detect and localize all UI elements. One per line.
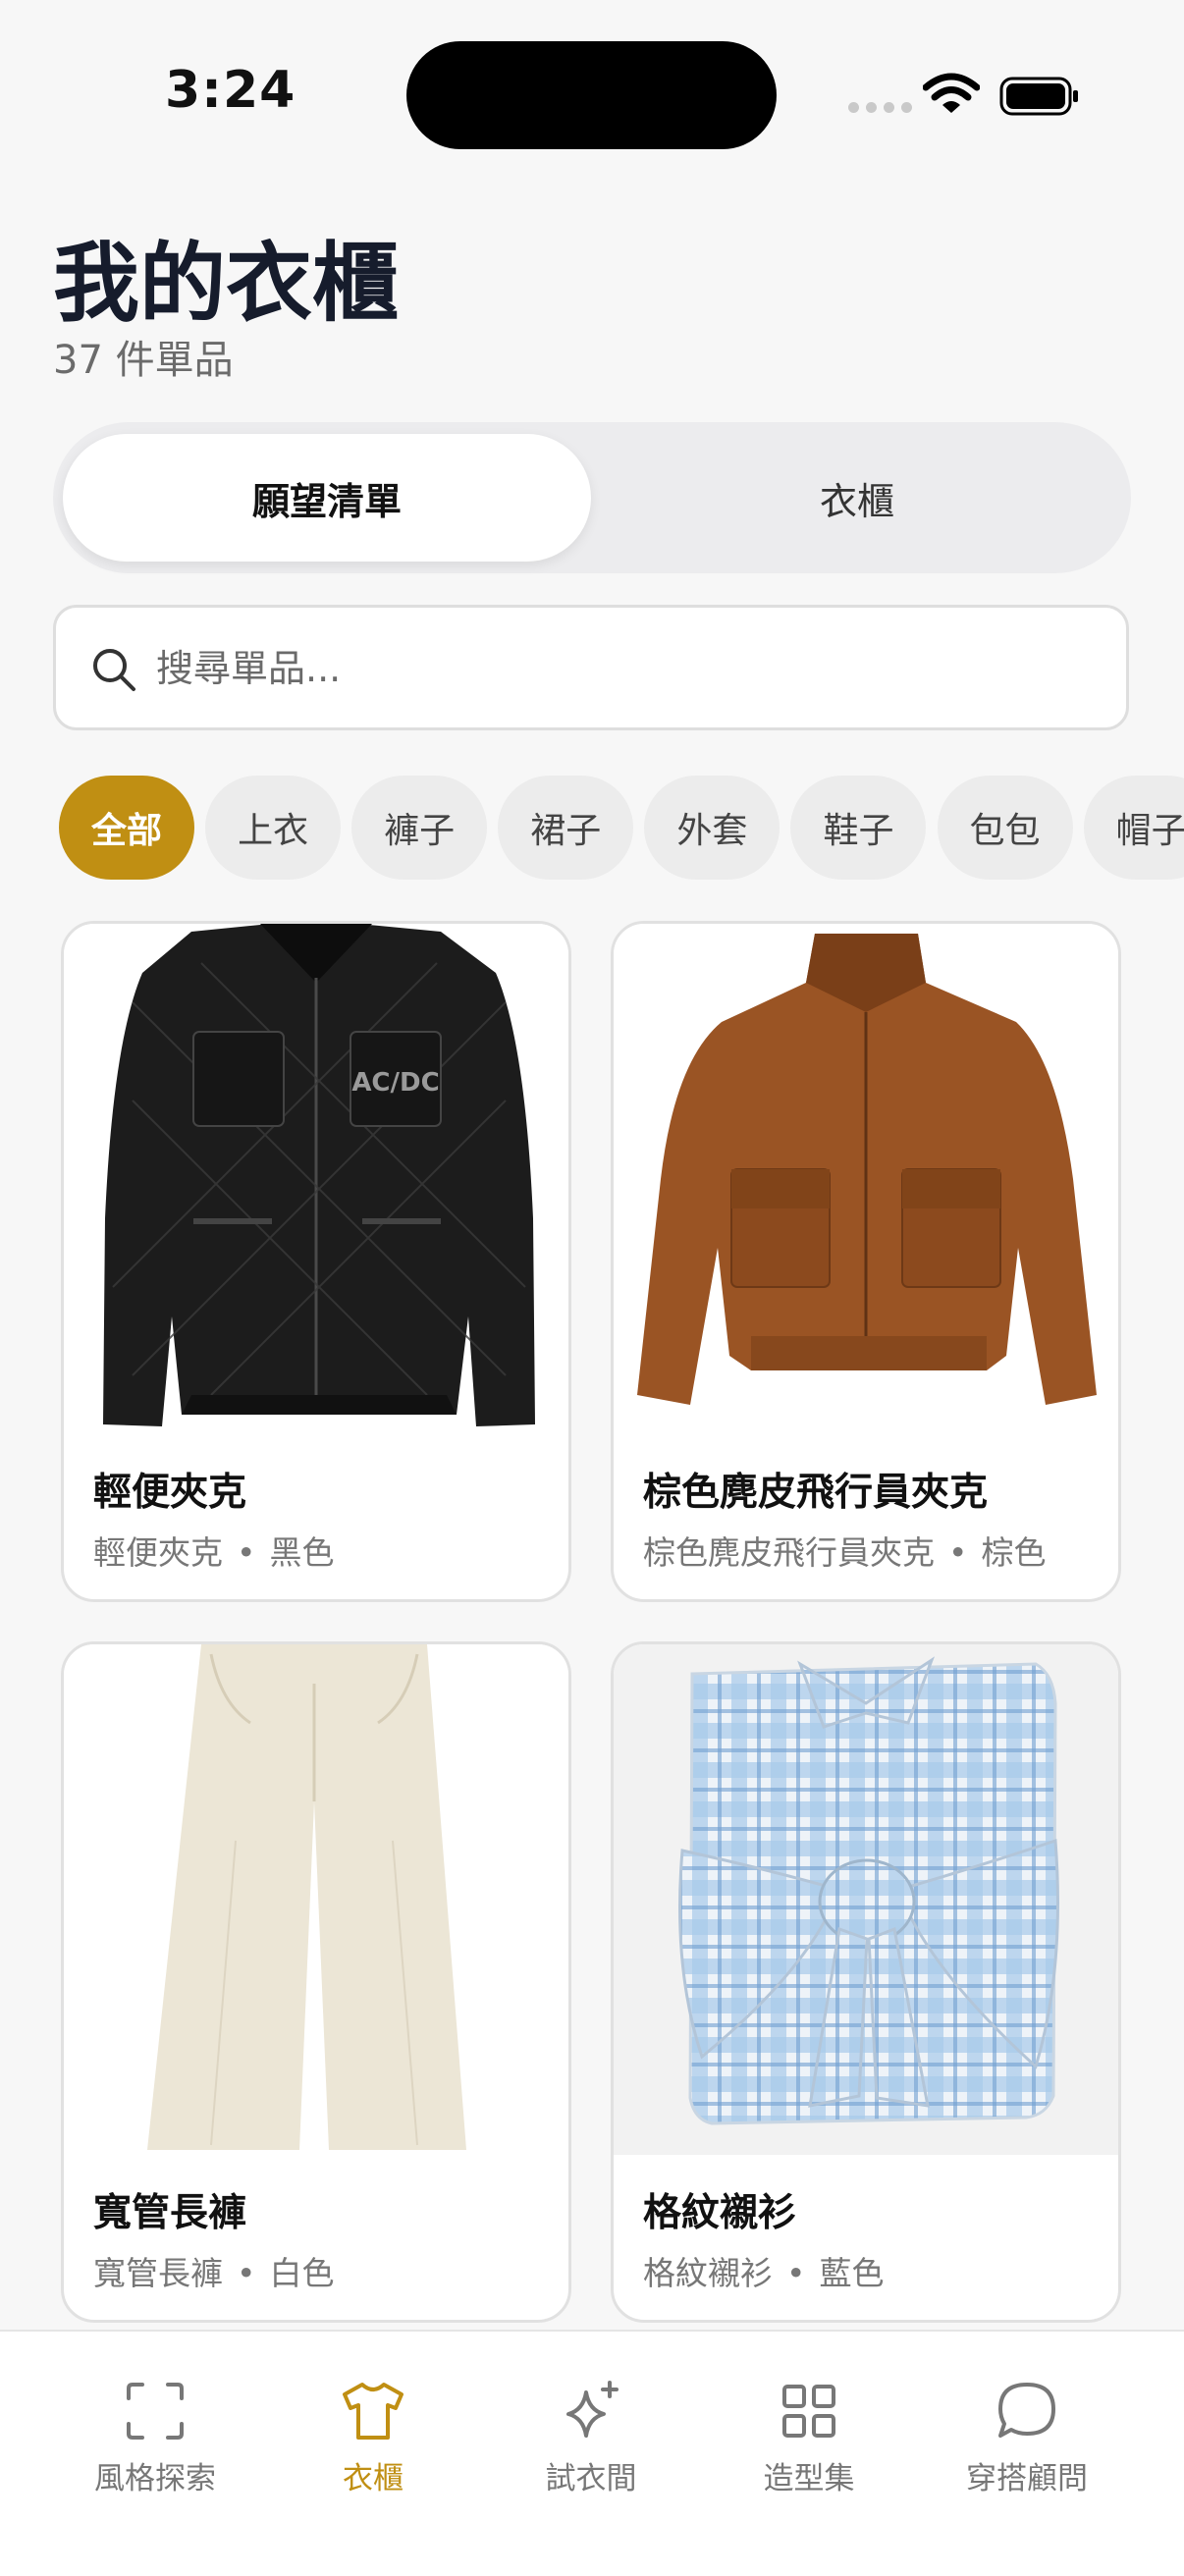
tab-label: 衣櫃: [343, 2461, 404, 2496]
grid-icon: [782, 2385, 835, 2438]
battery-icon: [999, 77, 1078, 116]
card-sub-color: 藍色: [819, 2254, 885, 2292]
jacket-patch-logo: AC/DC: [351, 1068, 439, 1098]
card-subtitle: 輕便夾克 • 黑色: [93, 1527, 334, 1574]
item-card[interactable]: 格紋襯衫 格紋襯衫 • 藍色: [611, 1641, 1121, 2323]
status-time: 3:24: [165, 61, 296, 120]
card-sub-color: 棕色: [981, 1533, 1047, 1572]
brown-suede-jacket-image: [614, 924, 1118, 1434]
card-subtitle: 棕色麂皮飛行員夾克 • 棕色: [643, 1527, 1046, 1574]
card-sub-separator: •: [237, 2254, 256, 2292]
card-sub-name: 寬管長褲: [93, 2254, 223, 2292]
cellular-signal-icon: [848, 102, 912, 113]
segment-wishlist[interactable]: 願望清單: [63, 434, 591, 562]
card-title: 格紋襯衫: [643, 2191, 797, 2235]
card-sub-name: 棕色麂皮飛行員夾克: [643, 1533, 935, 1572]
card-title: 輕便夾克: [93, 1471, 247, 1515]
segment-wardrobe[interactable]: 衣櫃: [593, 434, 1121, 562]
wifi-icon: [923, 73, 980, 113]
tab-lookbook[interactable]: 造型集: [711, 2379, 907, 2497]
item-card[interactable]: 寬管長褲 寬管長褲 • 白色: [61, 1641, 571, 2323]
segmented-control: 願望清單 衣櫃: [53, 422, 1131, 573]
card-title: 寬管長褲: [93, 2191, 247, 2235]
tab-fitting-room[interactable]: 試衣間: [493, 2379, 689, 2497]
tab-label: 穿搭顧問: [966, 2461, 1088, 2496]
page-title: 我的衣櫃: [53, 233, 400, 334]
card-title: 棕色麂皮飛行員夾克: [643, 1471, 989, 1515]
card-subtitle: 格紋襯衫 • 藍色: [643, 2247, 884, 2294]
item-card[interactable]: 棕色麂皮飛行員夾克 棕色麂皮飛行員夾克 • 棕色: [611, 921, 1121, 1602]
tab-wardrobe[interactable]: 衣櫃: [275, 2379, 471, 2497]
item-count: 37 件單品: [53, 338, 234, 383]
search-icon: [93, 649, 135, 691]
sparkle-icon: [566, 2381, 619, 2438]
chip-outerwear[interactable]: 外套: [644, 776, 780, 880]
scan-icon: [127, 2383, 184, 2440]
card-sub-name: 輕便夾克: [93, 1533, 223, 1572]
tab-style-explore[interactable]: 風格探索: [57, 2379, 253, 2497]
card-sub-separator: •: [237, 1533, 256, 1572]
item-card[interactable]: AC/DC 輕便夾克 輕便夾克 • 黑色: [61, 921, 571, 1602]
dynamic-island: [406, 41, 777, 149]
card-sub-separator: •: [786, 2254, 806, 2292]
plaid-shirt-image: [614, 1644, 1118, 2155]
chip-all[interactable]: 全部: [59, 776, 194, 880]
chip-tops[interactable]: 上衣: [205, 776, 342, 880]
card-subtitle: 寬管長褲 • 白色: [93, 2247, 334, 2294]
tab-bar: 風格探索 衣櫃 試衣間 造型集 穿搭顧問: [0, 2330, 1184, 2576]
tab-label: 試衣間: [545, 2461, 637, 2496]
tshirt-icon: [343, 2383, 404, 2440]
chip-shoes[interactable]: 鞋子: [790, 776, 927, 880]
wide-leg-pants-image: [64, 1644, 568, 2155]
chip-skirts[interactable]: 裙子: [498, 776, 634, 880]
tab-stylist[interactable]: 穿搭顧問: [929, 2379, 1125, 2497]
tab-label: 風格探索: [94, 2461, 216, 2496]
search-bar: [53, 605, 1129, 730]
card-sub-color: 黑色: [269, 1533, 335, 1572]
black-jacket-image: AC/DC: [64, 924, 568, 1434]
chat-icon: [998, 2383, 1055, 2438]
category-chips: 全部 上衣 褲子 裙子 外套 鞋子 包包 帽子: [59, 776, 1184, 880]
chip-pants[interactable]: 褲子: [351, 776, 488, 880]
card-sub-color: 白色: [269, 2254, 335, 2292]
search-input[interactable]: [154, 608, 1101, 729]
tab-label: 造型集: [763, 2461, 855, 2496]
card-sub-separator: •: [948, 1533, 968, 1572]
chip-bags[interactable]: 包包: [937, 776, 1073, 880]
card-sub-name: 格紋襯衫: [643, 2254, 773, 2292]
chip-hats[interactable]: 帽子: [1083, 776, 1184, 880]
